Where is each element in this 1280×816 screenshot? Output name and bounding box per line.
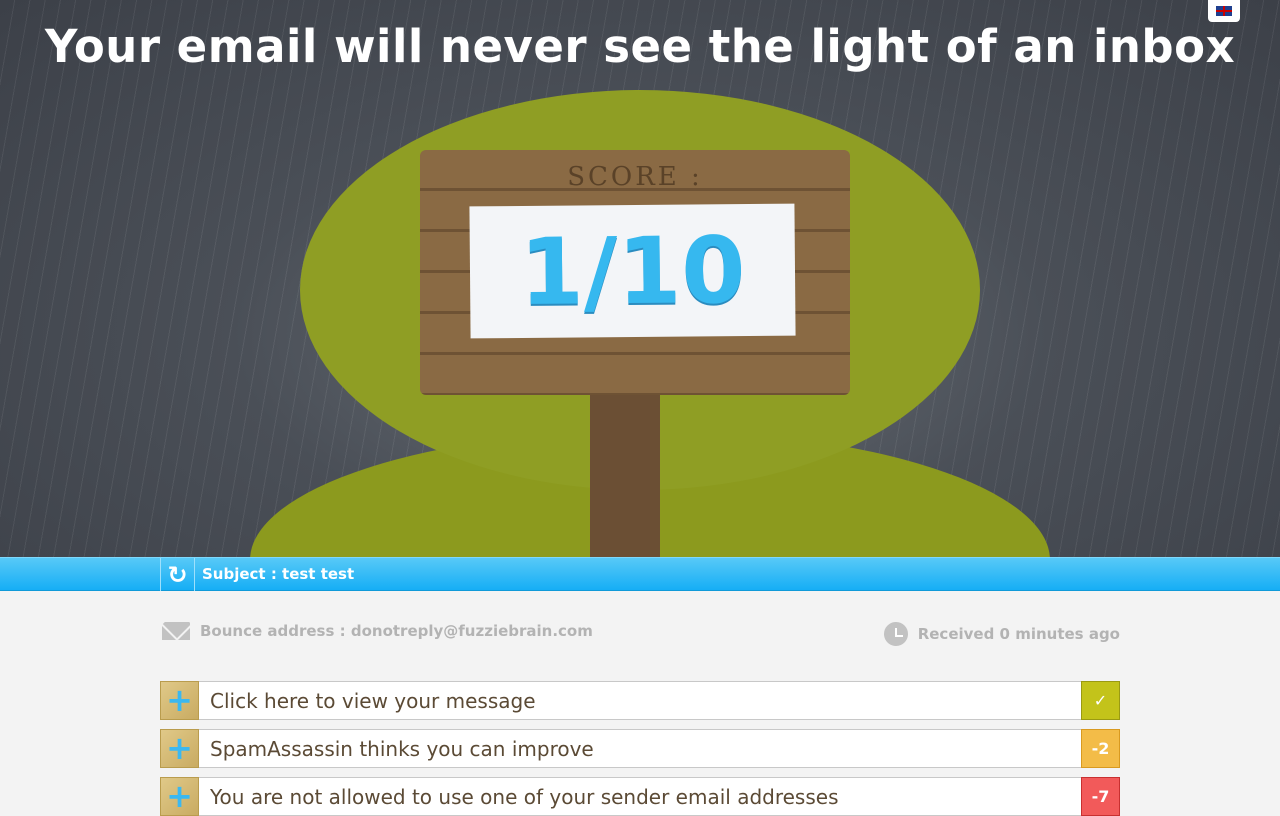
score-value: 1/10 — [519, 216, 746, 326]
received-text: Received 0 minutes ago — [917, 625, 1120, 643]
check-icon: ✓ — [1081, 680, 1120, 720]
bounce-address: Bounce address : donotreply@fuzziebrain.… — [162, 622, 593, 640]
expand-plus-icon[interactable]: + — [160, 776, 199, 816]
result-row-view-message[interactable]: + Click here to view your message ✓ — [160, 680, 1120, 720]
row-label: SpamAssassin thinks you can improve — [210, 736, 594, 761]
score-badge: -7 — [1081, 776, 1120, 816]
row-label: You are not allowed to use one of your s… — [210, 784, 839, 809]
score-badge: -2 — [1081, 728, 1120, 768]
refresh-button[interactable]: ↻ — [160, 558, 195, 591]
bounce-text: Bounce address : donotreply@fuzziebrain.… — [200, 622, 593, 640]
language-selector[interactable] — [1208, 0, 1240, 22]
hero-illustration: SCORE : 1/10 Your email will never see t… — [0, 0, 1280, 557]
row-label: Click here to view your message — [210, 688, 536, 713]
subject-bar: ↻ Subject : test test — [0, 557, 1280, 591]
envelope-icon — [162, 622, 190, 640]
result-row-spamassassin[interactable]: + SpamAssassin thinks you can improve -2 — [160, 728, 1120, 768]
uk-flag-icon — [1216, 6, 1232, 16]
clock-icon — [883, 622, 908, 646]
page-title: Your email will never see the light of a… — [44, 20, 1236, 73]
expand-plus-icon[interactable]: + — [160, 728, 199, 768]
refresh-icon: ↻ — [167, 560, 188, 589]
expand-plus-icon[interactable]: + — [160, 680, 199, 720]
result-row-sender-address[interactable]: + You are not allowed to use one of your… — [160, 776, 1120, 816]
received-time: Received 0 minutes ago — [883, 622, 1120, 646]
score-sign: SCORE : 1/10 — [420, 150, 850, 395]
subject-text: Subject : test test — [202, 565, 355, 583]
score-label: SCORE : — [567, 162, 703, 192]
